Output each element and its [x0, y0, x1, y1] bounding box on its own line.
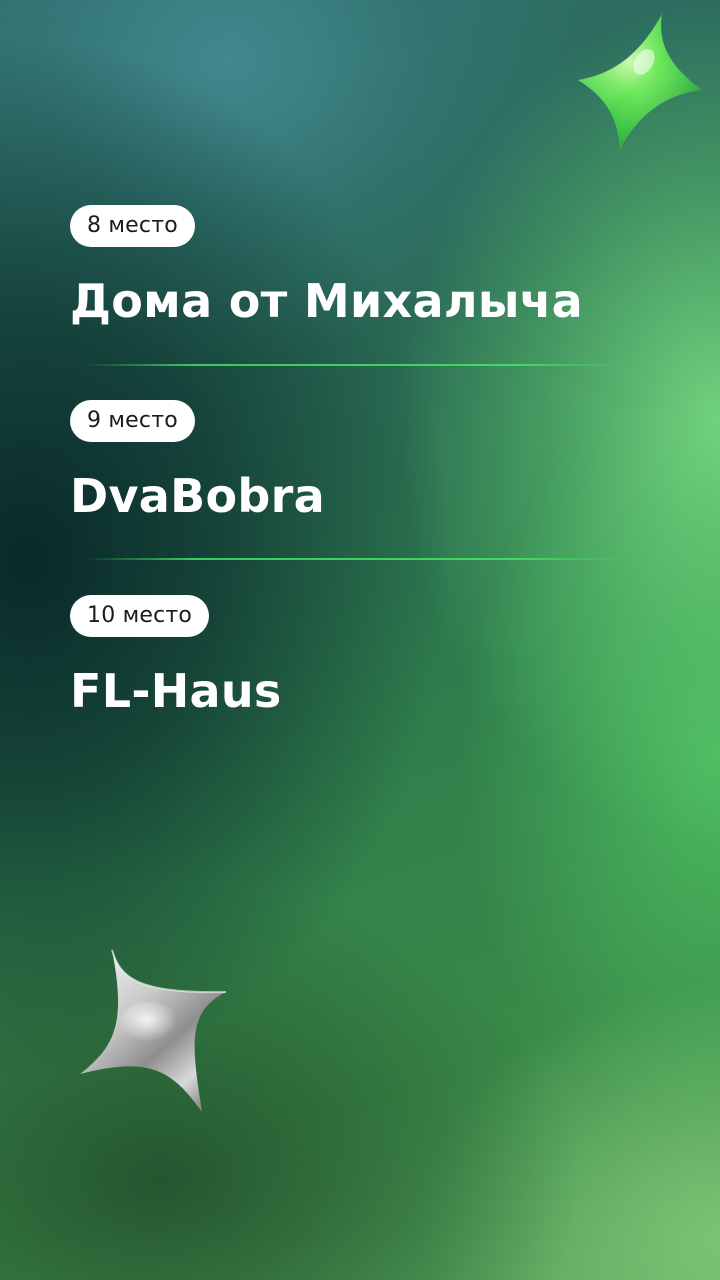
team-name: DvaBobra	[70, 469, 325, 523]
ranking-entry-9: 9 место DvaBobra	[70, 400, 325, 524]
green-star-icon	[578, 14, 702, 150]
ranking-slide: 8 место Дома от Михалыча 9 место DvaBobr…	[0, 0, 720, 1280]
divider	[84, 364, 630, 366]
ranking-entry-10: 10 место FL-Haus	[70, 595, 282, 719]
place-badge: 10 место	[70, 595, 210, 637]
place-badge: 9 место	[70, 400, 195, 442]
silver-star-icon	[80, 949, 227, 1112]
divider	[84, 558, 630, 560]
place-badge: 8 место	[70, 205, 195, 247]
team-name: Дома от Михалыча	[70, 274, 583, 328]
ranking-entry-8: 8 место Дома от Михалыча	[70, 205, 583, 329]
team-name: FL-Haus	[70, 664, 282, 718]
